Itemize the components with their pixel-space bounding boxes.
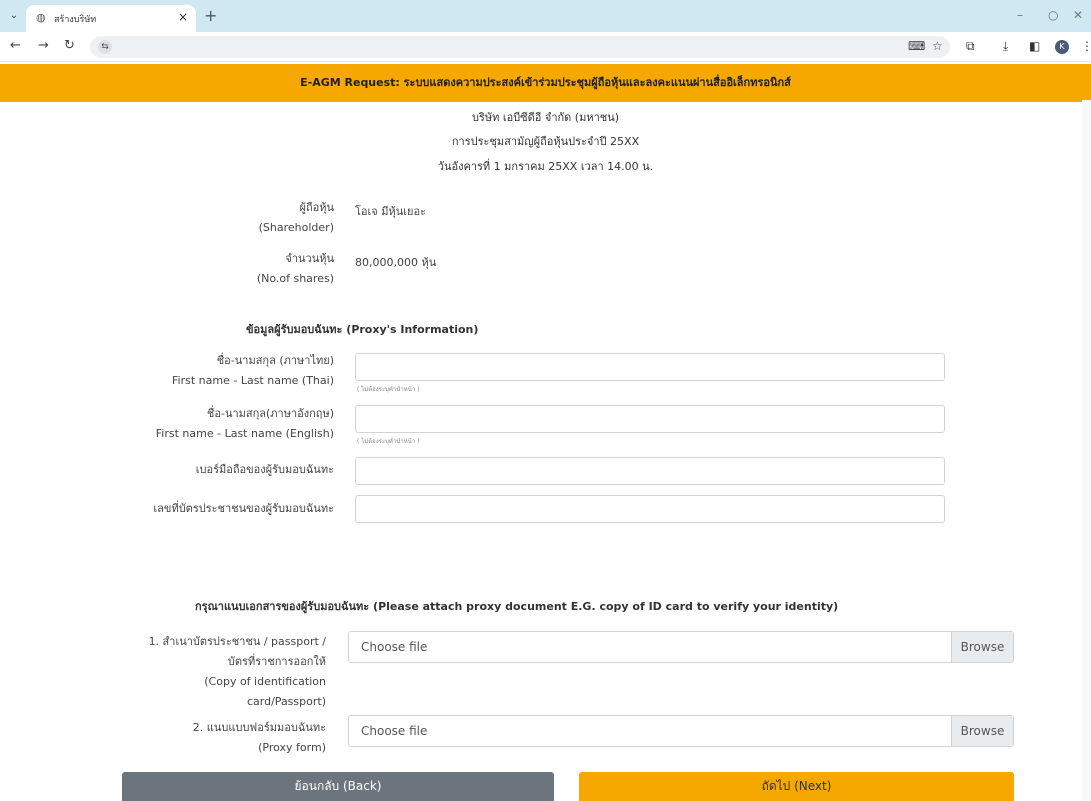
shareholder-value: โอเจ มีหุ้นเยอะ (355, 205, 426, 218)
shareholder-label: ผู้ถือหุ้น (Shareholder) (180, 198, 334, 238)
proxy-name-english-hint: ( ไม่ต้องระบุคำนำหน้า ) (357, 438, 420, 445)
shares-label: จำนวนหุ้น (No.of shares) (180, 249, 334, 289)
doc2-file-name: Choose file (361, 724, 428, 738)
proxy-name-thai-label: ชื่อ-นามสกุล (ภาษาไทย) First name - Last… (120, 351, 334, 391)
proxy-name-english-label-th: ชื่อ-นามสกุล(ภาษาอังกฤษ) (206, 407, 334, 420)
doc1-file-name: Choose file (361, 640, 428, 654)
doc1-label-line4: card/Passport) (247, 695, 326, 708)
menu-kebab-icon[interactable]: ⋮ (1081, 39, 1091, 53)
doc2-label-line2: (Proxy form) (258, 741, 326, 754)
doc2-label-line1: 2. แนบแบบฟอร์มมอบฉันทะ (192, 721, 326, 734)
side-panel-icon[interactable]: ◧ (1029, 39, 1040, 53)
address-bar[interactable]: ⇆ (90, 36, 950, 58)
translate-icon[interactable]: ⌨ (908, 39, 925, 53)
proxy-id-label: เลขที่บัตรประชาชนของผู้รับมอบฉันทะ (153, 502, 334, 515)
tab-close-icon[interactable]: × (178, 10, 188, 24)
company-name: บริษัท เอบีซีดีอี จำกัด (มหาชน) (471, 111, 620, 124)
restore-icon[interactable]: ○ (1048, 8, 1058, 22)
minimize-icon[interactable]: – (1017, 8, 1023, 22)
doc2-label: 2. แนบแบบฟอร์มมอบฉันทะ (Proxy form) (100, 718, 326, 758)
proxy-section-title: ข้อมูลผู้รับมอบฉันทะ (Proxy's Informatio… (246, 323, 479, 336)
extensions-icon[interactable]: ⧉ (966, 39, 975, 54)
proxy-name-thai-label-en: First name - Last name (Thai) (172, 374, 334, 387)
proxy-name-english-label-en: First name - Last name (English) (155, 427, 334, 440)
profile-avatar[interactable]: K (1055, 40, 1069, 54)
browser-tab[interactable]: ◍ สร้างบริษัท × (26, 5, 196, 32)
next-button[interactable]: ถัดไป (Next) (579, 772, 1014, 801)
browser-tab-bar: ⌄ ◍ สร้างบริษัท × + – ○ ✕ (0, 0, 1091, 32)
browser-toolbar: ← → ↻ ⇆ ⌨ ☆ ⧉ ⤓ ◧ K ⋮ (0, 32, 1091, 62)
doc2-file-input[interactable]: Choose file Browse (348, 715, 1014, 747)
proxy-name-english-input[interactable] (355, 405, 945, 433)
shareholder-label-th: ผู้ถือหุ้น (299, 201, 334, 214)
shares-value: 80,000,000 หุ้น (355, 256, 437, 269)
proxy-name-thai-hint: ( ไม่ต้องระบุคำนำหน้า ) (357, 386, 420, 393)
page-banner: E-AGM Request: ระบบแสดงความประสงค์เข้าร่… (0, 64, 1091, 102)
site-info-icon[interactable]: ⇆ (98, 40, 112, 54)
forward-arrow-icon[interactable]: → (38, 38, 49, 53)
new-tab-icon[interactable]: + (204, 6, 217, 25)
doc1-label-line3: (Copy of identification (204, 675, 326, 688)
proxy-phone-label: เบอร์มือถือของผู้รับมอบฉันทะ (195, 463, 334, 476)
attach-section-title: กรุณาแนบเอกสารของผู้รับมอบฉันทะ (Please … (195, 600, 839, 613)
shares-label-en: (No.of shares) (256, 272, 334, 285)
download-icon[interactable]: ⤓ (1003, 39, 1008, 54)
meeting-date: วันอังคารที่ 1 มกราคม 25XX เวลา 14.00 น. (437, 160, 654, 173)
proxy-phone-input[interactable] (355, 457, 945, 485)
doc1-label-line2: บัตรที่ราชการออกให้ (227, 655, 326, 668)
meeting-title: การประชุมสามัญผู้ถือหุ้นประจำปี 25XX (451, 135, 640, 148)
doc1-browse-button[interactable]: Browse (951, 632, 1013, 662)
doc1-file-input[interactable]: Choose file Browse (348, 631, 1014, 663)
close-window-icon[interactable]: ✕ (1073, 8, 1083, 22)
bookmark-star-icon[interactable]: ☆ (932, 39, 943, 53)
doc1-label: 1. สำเนาบัตรประชาชน / passport / บัตรที่… (100, 632, 326, 712)
tab-search-icon[interactable]: ⌄ (6, 8, 22, 24)
globe-icon: ◍ (36, 11, 46, 24)
back-arrow-icon[interactable]: ← (10, 38, 21, 53)
page-scrollbar[interactable] (1082, 100, 1091, 801)
back-button[interactable]: ย้อนกลับ (Back) (122, 772, 554, 801)
proxy-name-thai-input[interactable] (355, 353, 945, 381)
proxy-id-input[interactable] (355, 495, 945, 523)
doc2-browse-button[interactable]: Browse (951, 716, 1013, 746)
reload-icon[interactable]: ↻ (64, 38, 75, 53)
shares-label-th: จำนวนหุ้น (285, 252, 334, 265)
proxy-name-english-label: ชื่อ-นามสกุล(ภาษาอังกฤษ) First name - La… (120, 404, 334, 444)
doc1-label-line1: 1. สำเนาบัตรประชาชน / passport / (148, 635, 326, 648)
shareholder-label-en: (Shareholder) (258, 221, 334, 234)
tab-title: สร้างบริษัท (54, 15, 97, 25)
proxy-name-thai-label-th: ชื่อ-นามสกุล (ภาษาไทย) (216, 354, 334, 367)
